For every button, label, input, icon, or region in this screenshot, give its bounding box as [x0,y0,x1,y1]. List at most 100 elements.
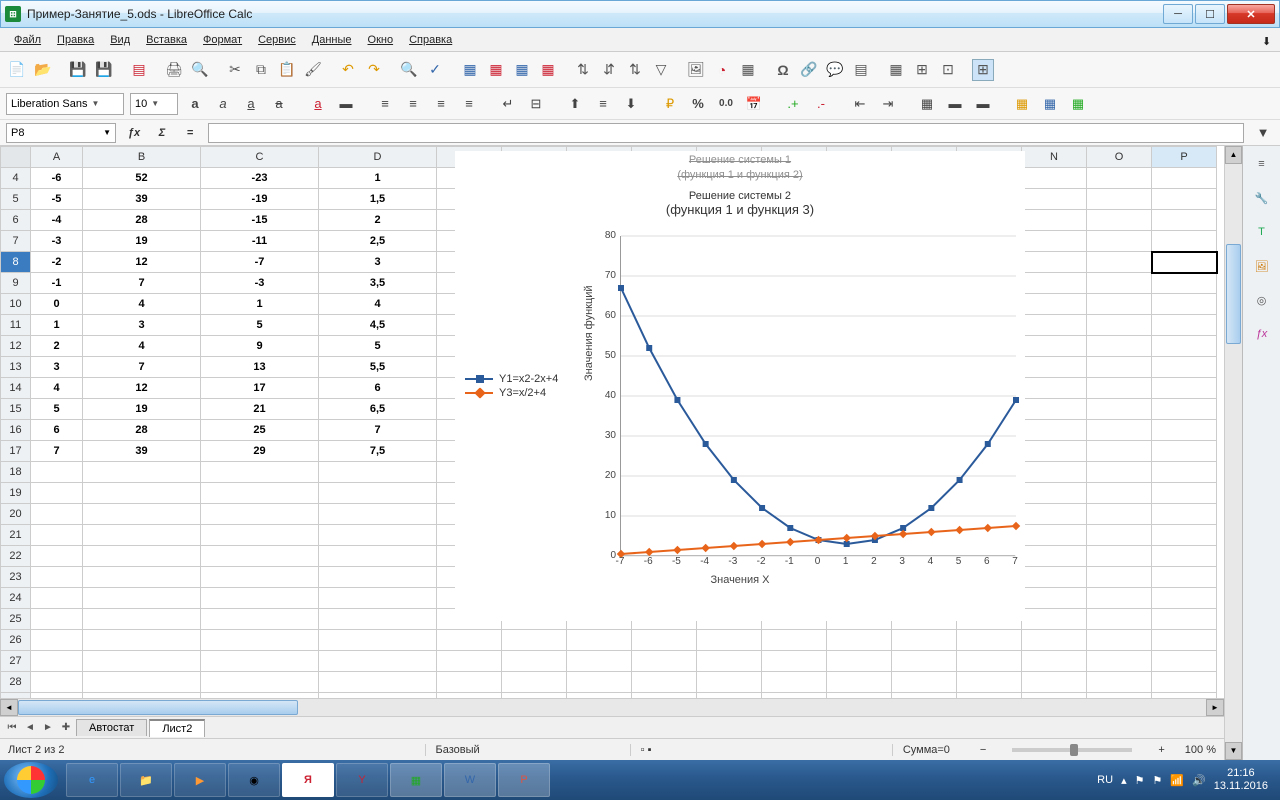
cell-C5[interactable]: -19 [201,189,319,210]
cell-B11[interactable]: 3 [83,315,201,336]
tab-sheet2[interactable]: Лист2 [149,719,205,737]
menu-insert[interactable]: Вставка [140,31,193,49]
col-header-C[interactable]: C [201,147,319,168]
cell-N27[interactable] [1022,651,1087,672]
strike-icon[interactable]: a [268,93,290,115]
border-style-icon[interactable]: ▬ [944,93,966,115]
cell-D10[interactable]: 4 [319,294,437,315]
task-word-icon[interactable]: W [444,763,496,797]
cell-D24[interactable] [319,588,437,609]
cell-B27[interactable] [83,651,201,672]
tab-autostat[interactable]: Автостат [76,719,147,736]
col-header-N[interactable]: N [1022,147,1087,168]
cell-C15[interactable]: 21 [201,399,319,420]
cell-P5[interactable] [1152,189,1217,210]
cell-O6[interactable] [1087,210,1152,231]
cell-N20[interactable] [1022,504,1087,525]
redo-icon[interactable]: ↷ [363,59,385,81]
row-header-5[interactable]: 5 [1,189,31,210]
delcol-icon[interactable]: ▦ [537,59,559,81]
cell-N18[interactable] [1022,462,1087,483]
cell-B18[interactable] [83,462,201,483]
cell-B22[interactable] [83,546,201,567]
cell-A23[interactable] [31,567,83,588]
cell-O15[interactable] [1087,399,1152,420]
comment-icon[interactable]: 💬 [824,59,846,81]
cell-K27[interactable] [827,651,892,672]
cell-A18[interactable] [31,462,83,483]
number-icon[interactable]: 0.0 [715,93,737,115]
copy-icon[interactable]: ⧉ [250,59,272,81]
row-header-12[interactable]: 12 [1,336,31,357]
row-header-29[interactable]: 29 [1,693,31,699]
fontcolor-icon[interactable]: a [307,93,329,115]
cell-O7[interactable] [1087,231,1152,252]
cell-C12[interactable]: 9 [201,336,319,357]
border-icon[interactable]: ▦ [916,93,938,115]
sidebar-properties-icon[interactable]: 🔧 [1250,186,1274,210]
cell-B24[interactable] [83,588,201,609]
cell-D6[interactable]: 2 [319,210,437,231]
scroll-right-icon[interactable]: ► [1206,699,1224,716]
cell-P16[interactable] [1152,420,1217,441]
del-dec-icon[interactable]: .- [810,93,832,115]
cell-A12[interactable]: 2 [31,336,83,357]
sidebar-gallery-icon[interactable]: 🖼 [1250,254,1274,278]
vertical-scrollbar[interactable]: ▲ ▼ [1224,146,1242,760]
sidebar-functions-icon[interactable]: ƒx [1250,322,1274,346]
sum-icon[interactable]: Σ [152,123,172,143]
zoom-out-icon[interactable]: − [980,744,986,756]
task-ppt-icon[interactable]: P [498,763,550,797]
status-insert-icon[interactable]: ▫ ▪ [630,744,662,756]
cell-A14[interactable]: 4 [31,378,83,399]
cell-N25[interactable] [1022,609,1087,630]
indent-inc-icon[interactable]: ⇥ [877,93,899,115]
cell-A28[interactable] [31,672,83,693]
row-header-13[interactable]: 13 [1,357,31,378]
cell-P20[interactable] [1152,504,1217,525]
highlight-icon[interactable]: ▬ [335,93,357,115]
cell-N8[interactable] [1022,252,1087,273]
cell-B4[interactable]: 52 [83,168,201,189]
preview-icon[interactable]: 🔍 [189,59,211,81]
cell-A29[interactable] [31,693,83,699]
bold-icon[interactable]: a [184,93,206,115]
cell-P10[interactable] [1152,294,1217,315]
cell-P8[interactable] [1152,252,1217,273]
cell-E29[interactable] [437,693,502,699]
cell-C27[interactable] [201,651,319,672]
cell-N21[interactable] [1022,525,1087,546]
brush-icon[interactable]: 🖌 [302,59,324,81]
cell-N10[interactable] [1022,294,1087,315]
col-header-O[interactable]: O [1087,147,1152,168]
save-icon[interactable]: 💾 [67,59,89,81]
row-header-11[interactable]: 11 [1,315,31,336]
cell-P11[interactable] [1152,315,1217,336]
saveas-icon[interactable]: 💾 [93,59,115,81]
cell-N11[interactable] [1022,315,1087,336]
cell-D11[interactable]: 4,5 [319,315,437,336]
cell-D15[interactable]: 6,5 [319,399,437,420]
hscroll-thumb[interactable] [18,700,298,715]
valign-mid-icon[interactable]: ≡ [592,93,614,115]
row-header-16[interactable]: 16 [1,420,31,441]
cell-C7[interactable]: -11 [201,231,319,252]
cell-B12[interactable]: 4 [83,336,201,357]
cell-O24[interactable] [1087,588,1152,609]
cell-D27[interactable] [319,651,437,672]
cell-B13[interactable]: 7 [83,357,201,378]
cell-A10[interactable]: 0 [31,294,83,315]
cell-F29[interactable] [502,693,567,699]
new-icon[interactable]: 📄 [6,59,28,81]
cell-A20[interactable] [31,504,83,525]
cell-I29[interactable] [697,693,762,699]
cell-D14[interactable]: 6 [319,378,437,399]
cell-P6[interactable] [1152,210,1217,231]
cell-D4[interactable]: 1 [319,168,437,189]
cell-B23[interactable] [83,567,201,588]
cell-N13[interactable] [1022,357,1087,378]
spreadsheet-grid[interactable]: ABCDEFGHIJKLMNOP4-652-2315-539-191,56-42… [0,146,1224,698]
cell-E28[interactable] [437,672,502,693]
cell-C23[interactable] [201,567,319,588]
task-calc-icon[interactable]: ▦ [390,763,442,797]
